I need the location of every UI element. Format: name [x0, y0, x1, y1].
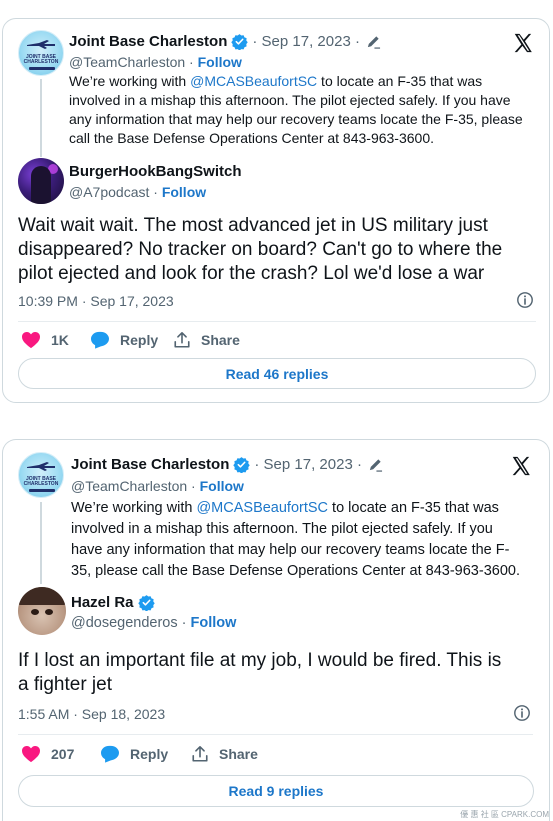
share-button[interactable]: Share: [173, 331, 240, 349]
tweet-text: Wait wait wait. The most advanced jet in…: [18, 215, 503, 284]
read-replies-button[interactable]: Read 46 replies: [18, 358, 536, 389]
avatar[interactable]: JOINT BASE CHARLESTON: [18, 452, 64, 498]
author-handle[interactable]: @dosegenderos ·: [71, 615, 186, 631]
avatar[interactable]: JOINT BASE CHARLESTON: [18, 30, 64, 76]
like-count: 207: [51, 746, 75, 762]
timestamp[interactable]: 10:39 PM · Sep 17, 2023: [18, 293, 174, 309]
divider: [18, 321, 536, 322]
tweet-card: JOINT BASE CHARLESTON Joint Base Charles…: [2, 439, 550, 821]
share-icon: [174, 331, 190, 348]
like-button[interactable]: 1K: [21, 331, 69, 349]
avatar-eye: [31, 609, 39, 615]
author-handle[interactable]: @TeamCharleston ·: [69, 54, 194, 70]
info-icon[interactable]: [516, 291, 534, 309]
quoted-author-row: Joint Base Charleston · Sep 17, 2023 ·: [69, 33, 381, 50]
thread-line: [40, 502, 42, 584]
reply-label: Reply: [120, 332, 159, 348]
quoted-handle-row: @TeamCharleston · Follow: [69, 54, 242, 70]
share-label: Share: [219, 746, 258, 762]
quoted-author-row: Joint Base Charleston · Sep 17, 2023 ·: [71, 456, 383, 473]
reply-label: Reply: [130, 746, 169, 762]
follow-button[interactable]: Follow: [198, 54, 242, 70]
heart-icon: [22, 331, 40, 349]
quoted-text-part: We’re working with: [71, 500, 197, 516]
verified-badge-icon: [233, 457, 251, 473]
share-label: Share: [201, 332, 240, 348]
thread-line: [40, 79, 42, 157]
mention-link[interactable]: @MCASBeaufortSC: [196, 500, 328, 516]
reply-author-row: BurgerHookBangSwitch: [69, 163, 242, 180]
reply-author-row: Hazel Ra: [71, 594, 155, 611]
reply-handle-row: @A7podcast · Follow: [69, 184, 206, 200]
quoted-handle-row: @TeamCharleston · Follow: [71, 478, 244, 494]
like-button[interactable]: 207: [21, 745, 74, 763]
like-count: 1K: [51, 332, 69, 348]
avatar-stripe: [29, 67, 55, 70]
read-replies-button[interactable]: Read 9 replies: [18, 775, 534, 807]
avatar-figure: [31, 166, 51, 204]
timestamp[interactable]: 1:55 AM · Sep 18, 2023: [18, 706, 165, 722]
mention-link[interactable]: @MCASBeaufortSC: [190, 73, 317, 89]
avatar[interactable]: [18, 587, 66, 635]
tweet-text: If I lost an important file at my job, I…: [18, 650, 502, 695]
author-name[interactable]: BurgerHookBangSwitch: [69, 163, 242, 180]
author-handle[interactable]: @TeamCharleston ·: [71, 478, 196, 494]
quoted-tweet-text: We’re working with @MCASBeaufortSC to lo…: [69, 72, 529, 148]
post-date[interactable]: · Sep 17, 2023 ·: [252, 33, 360, 50]
reply-bubble-icon: [91, 331, 109, 349]
reply-handle-row: @dosegenderos · Follow: [71, 615, 236, 631]
avatar-hair: [18, 587, 66, 605]
author-handle[interactable]: @A7podcast ·: [69, 184, 158, 200]
follow-button[interactable]: Follow: [191, 615, 237, 631]
watermark: 優 惠 社 區 CPARK.COM: [460, 810, 549, 819]
quoted-tweet-text: We’re working with @MCASBeaufortSC to lo…: [71, 498, 526, 582]
follow-button[interactable]: Follow: [162, 184, 206, 200]
edit-icon: [367, 36, 381, 49]
x-logo-icon[interactable]: [512, 32, 534, 54]
author-name[interactable]: Joint Base Charleston: [71, 456, 229, 473]
heart-icon: [22, 745, 40, 763]
share-button[interactable]: Share: [191, 745, 258, 763]
share-icon: [192, 745, 208, 762]
avatar[interactable]: [18, 158, 64, 204]
author-name[interactable]: Joint Base Charleston: [69, 33, 227, 50]
avatar-text: JOINT BASE CHARLESTON: [23, 476, 59, 487]
jet-icon: [27, 462, 55, 471]
reply-bubble-icon: [101, 745, 119, 763]
author-name[interactable]: Hazel Ra: [71, 594, 134, 611]
verified-badge-icon: [137, 595, 155, 611]
post-date[interactable]: · Sep 17, 2023 ·: [254, 456, 362, 473]
quoted-text-part: We’re working with: [69, 73, 191, 89]
verified-badge-icon: [231, 34, 249, 50]
jet-icon: [27, 40, 55, 49]
follow-button[interactable]: Follow: [200, 478, 244, 494]
tweet-card: JOINT BASE CHARLESTON Joint Base Charles…: [2, 18, 550, 403]
info-icon[interactable]: [513, 704, 531, 722]
x-logo-icon[interactable]: [510, 455, 532, 477]
divider: [18, 734, 533, 735]
reply-button[interactable]: Reply: [90, 331, 158, 349]
reply-button[interactable]: Reply: [100, 745, 168, 763]
avatar-text: JOINT BASE CHARLESTON: [23, 54, 59, 65]
avatar-eye: [45, 609, 53, 615]
edit-icon: [369, 459, 383, 472]
avatar-stripe: [29, 489, 55, 492]
